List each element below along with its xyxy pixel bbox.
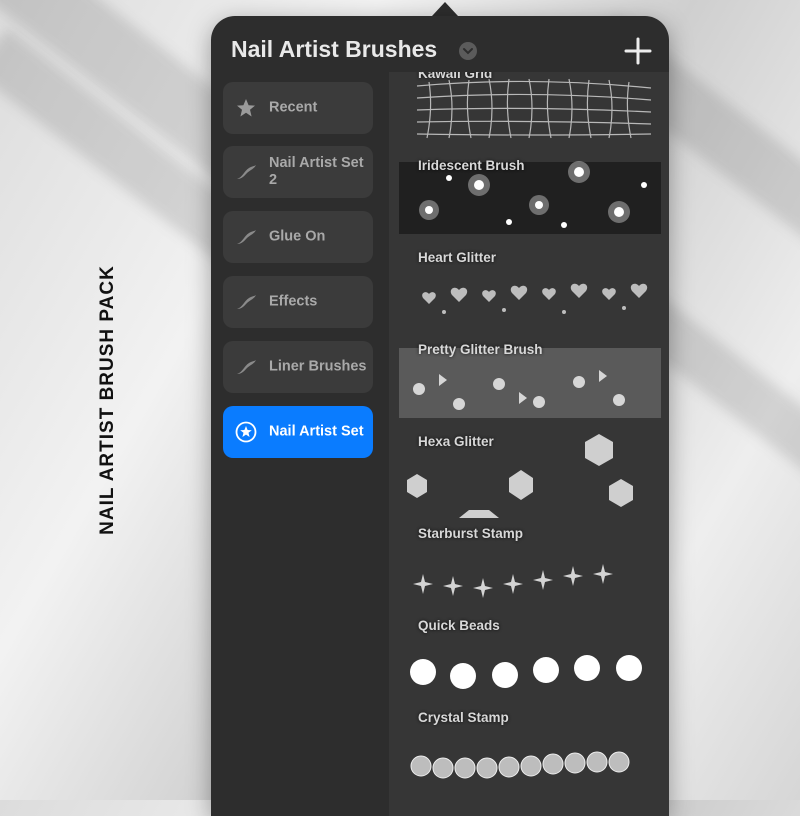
add-brush-button[interactable] — [623, 36, 653, 66]
side-caption: NAIL ARTIST BRUSH PACK — [97, 265, 118, 535]
sidebar-item-effects[interactable]: Effects — [223, 276, 373, 328]
sidebar-item-label: Liner Brushes — [269, 358, 367, 375]
star-circle-icon — [235, 421, 257, 443]
sidebar-item-liner-brushes[interactable]: Liner Brushes — [223, 341, 373, 393]
brush-stroke-icon — [235, 291, 257, 313]
chevron-down-icon[interactable] — [459, 42, 477, 60]
brush-name: Starburst Stamp — [418, 526, 524, 541]
brush-name: Kawaii Grid — [418, 72, 493, 81]
brush-list[interactable]: Kawaii Grid Iridescent Brush Heart Glitt… — [389, 72, 669, 816]
brush-name: Hexa Glitter — [418, 434, 494, 449]
popover-pointer — [432, 2, 458, 16]
brush-item-iridescent[interactable]: Iridescent Brush — [389, 150, 669, 242]
brush-name: Iridescent Brush — [418, 158, 525, 173]
brush-item-starburst[interactable]: Starburst Stamp — [389, 518, 669, 610]
brush-name: Pretty Glitter Brush — [418, 342, 543, 357]
plus-icon — [624, 37, 652, 65]
brush-item-hexa-glitter[interactable]: Hexa Glitter — [389, 426, 669, 518]
sidebar-item-recent[interactable]: Recent — [223, 82, 373, 134]
brush-stroke-icon — [235, 356, 257, 378]
panel-title[interactable]: Nail Artist Brushes — [231, 36, 437, 63]
sidebar-item-label: Effects — [269, 293, 318, 310]
brush-item-quick-beads[interactable]: Quick Beads — [389, 610, 669, 702]
sidebar-item-nail-artist-set[interactable]: Nail Artist Set — [223, 406, 373, 458]
brush-stroke-icon — [235, 161, 257, 183]
sidebar-item-glue-on[interactable]: Glue On — [223, 211, 373, 263]
brush-library-panel: Nail Artist Brushes Recent Nail Artist S… — [211, 16, 669, 816]
sidebar-item-label: Glue On — [269, 228, 326, 245]
sidebar-item-label: Nail Artist Set — [269, 423, 364, 440]
brush-name: Crystal Stamp — [418, 710, 509, 725]
sidebar-item-label: Recent — [269, 99, 318, 116]
sidebar-item-label: Nail Artist Set 2 — [269, 155, 364, 188]
brush-stroke-icon — [235, 226, 257, 248]
sidebar-item-nail-artist-set-2[interactable]: Nail Artist Set 2 — [223, 146, 373, 198]
brush-item-kawaii-grid[interactable]: Kawaii Grid — [389, 72, 669, 150]
grid-stroke-preview — [416, 78, 652, 139]
brush-item-crystal-stamp[interactable]: Crystal Stamp — [389, 702, 669, 794]
brush-item-heart-glitter[interactable]: Heart Glitter — [389, 242, 669, 334]
star-icon — [235, 97, 257, 119]
brush-item-pretty-glitter[interactable]: Pretty Glitter Brush — [389, 334, 669, 426]
brush-name: Heart Glitter — [418, 250, 497, 265]
brush-name: Quick Beads — [418, 618, 500, 633]
